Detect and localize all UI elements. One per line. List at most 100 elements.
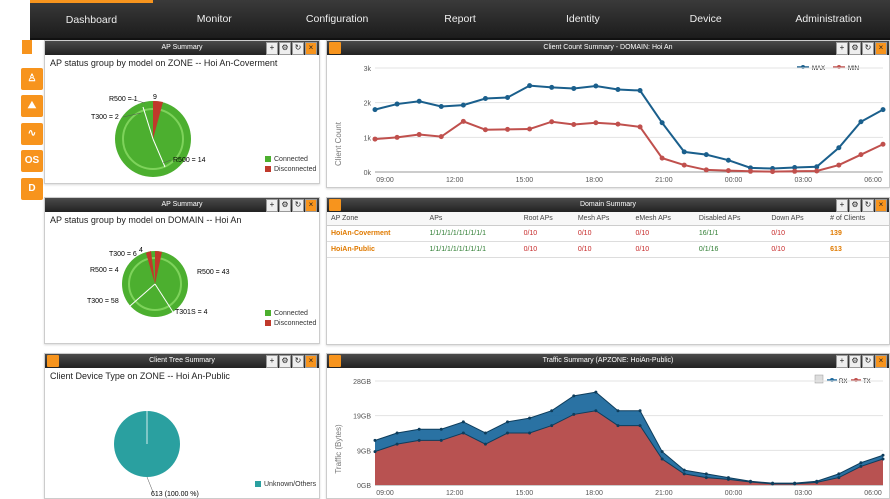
nav-configuration[interactable]: Configuration: [276, 0, 399, 38]
refresh-icon[interactable]: ↻: [292, 355, 304, 368]
export-icon[interactable]: [814, 374, 824, 384]
column-header[interactable]: Root APs: [519, 212, 574, 226]
pie-label: T301S = 4: [175, 309, 208, 316]
gear-icon[interactable]: ⚙: [849, 355, 861, 368]
nav-report[interactable]: Report: [399, 0, 522, 38]
x-tick-label: 06:00: [864, 177, 882, 184]
column-header[interactable]: Down APs: [767, 212, 827, 226]
ap-summary-domain-panel: AP Summary + ⚙ ↻ × AP status group by model…: [44, 197, 320, 344]
top-nav: Dashboard Monitor Configuration Report I…: [30, 0, 890, 40]
refresh-icon[interactable]: ↻: [292, 199, 304, 212]
add-icon[interactable]: +: [266, 42, 278, 55]
pie-label: 9: [153, 94, 157, 101]
data-point-min: [394, 134, 400, 140]
client-tree-panel: Client Tree Summary + ⚙ ↻ × Client Device T…: [44, 353, 320, 499]
column-header[interactable]: # of Clients: [826, 212, 889, 226]
gear-icon[interactable]: ⚙: [279, 199, 291, 212]
gear-icon[interactable]: ⚙: [279, 355, 291, 368]
legend-item[interactable]: Connected: [265, 156, 316, 163]
data-point-rx: [616, 409, 620, 413]
data-point-max: [505, 94, 511, 100]
panel-header: Domain Summary + ⚙ ↻ ×: [327, 198, 889, 212]
add-icon[interactable]: +: [266, 199, 278, 212]
column-header[interactable]: Mesh APs: [573, 212, 632, 226]
refresh-icon[interactable]: ↻: [862, 199, 874, 212]
table-row[interactable]: HoiAn-Coverment 1/1/1/1/1/1/1/1/1/1 0/10…: [327, 225, 889, 242]
data-point-tx: [682, 472, 686, 476]
table-cell: 0/10: [631, 241, 695, 258]
x-tick-label: 09:00: [376, 490, 394, 497]
nav-administration[interactable]: Administration: [767, 0, 890, 38]
column-header[interactable]: eMesh APs: [631, 212, 695, 226]
pie-label: 613 (100.00 %): [151, 491, 199, 498]
add-icon[interactable]: +: [266, 355, 278, 368]
table-row[interactable]: HoiAn-Public 1/1/1/1/1/1/1/1/1/1 0/10 0/…: [327, 241, 889, 258]
refresh-icon[interactable]: ↻: [862, 42, 874, 55]
close-icon[interactable]: ×: [305, 355, 317, 368]
data-point-tx: [793, 482, 797, 486]
legend-max[interactable]: MAX: [812, 66, 825, 72]
add-icon[interactable]: +: [836, 199, 848, 212]
data-point-tx: [594, 409, 598, 413]
device-button[interactable]: D: [21, 178, 43, 200]
network-icon[interactable]: ⛰: [21, 95, 43, 117]
add-icon[interactable]: +: [836, 355, 848, 368]
gear-icon[interactable]: ⚙: [849, 42, 861, 55]
y-tick-label: 1k: [364, 135, 372, 142]
data-point-tx: [461, 431, 465, 435]
close-icon[interactable]: ×: [875, 355, 887, 368]
data-point-tx: [572, 412, 576, 416]
close-icon[interactable]: ×: [305, 42, 317, 55]
column-header[interactable]: APs: [425, 212, 520, 226]
nav-dashboard[interactable]: Dashboard: [30, 0, 153, 38]
legend-item[interactable]: Disconnected: [265, 166, 316, 173]
data-point-min: [416, 132, 422, 138]
refresh-icon[interactable]: ↻: [862, 355, 874, 368]
zone-link[interactable]: HoiAn-Public: [327, 241, 426, 258]
gear-icon[interactable]: ⚙: [849, 199, 861, 212]
panel-controls: + ⚙ ↻ ×: [836, 42, 887, 55]
data-point-min: [482, 127, 488, 133]
panel-controls: + ⚙ ↻ ×: [266, 199, 317, 212]
data-point-max: [438, 103, 444, 109]
zone-link[interactable]: HoiAn-Coverment: [327, 225, 426, 242]
data-point-min: [770, 169, 776, 175]
data-point-rx: [572, 394, 576, 398]
data-point-tx: [748, 480, 752, 484]
panel-title: Domain Summary: [579, 201, 636, 208]
gear-icon[interactable]: ⚙: [279, 42, 291, 55]
table-cell: 16/1/1: [694, 225, 768, 242]
column-header[interactable]: AP Zone: [327, 212, 426, 226]
data-point-tx: [638, 424, 642, 428]
panel-title: Traffic Summary (APZONE: HoiAn-Public): [542, 357, 674, 364]
data-point-rx: [682, 468, 686, 472]
close-icon[interactable]: ×: [875, 42, 887, 55]
legend-item[interactable]: Disconnected: [265, 320, 316, 327]
legend-tx[interactable]: TX: [863, 379, 871, 385]
legend-item[interactable]: Unknown/Others: [255, 481, 316, 488]
legend-rx[interactable]: RX: [839, 379, 847, 385]
table-cell[interactable]: 613: [826, 241, 889, 258]
panel-header: Client Count Summary - DOMAIN: Hoi An + ⚙…: [327, 41, 889, 55]
data-point-tx: [483, 442, 487, 446]
user-icon[interactable]: ♙: [21, 68, 43, 90]
os-button[interactable]: OS: [21, 150, 43, 172]
data-point-rx: [461, 420, 465, 424]
pulse-icon[interactable]: ∿: [21, 123, 43, 145]
nav-identity[interactable]: Identity: [521, 0, 644, 38]
legend-min[interactable]: MIN: [848, 66, 859, 72]
panel-header: AP Summary + ⚙ ↻ ×: [45, 198, 319, 212]
refresh-icon[interactable]: ↻: [292, 42, 304, 55]
line-min: [374, 120, 884, 173]
table-cell[interactable]: 139: [826, 225, 889, 242]
add-icon[interactable]: +: [836, 42, 848, 55]
nav-device[interactable]: Device: [644, 0, 767, 38]
legend-item[interactable]: Connected: [265, 310, 316, 317]
column-header[interactable]: Disabled APs: [694, 212, 768, 226]
close-icon[interactable]: ×: [305, 199, 317, 212]
sidebar-toggle-icon[interactable]: [22, 40, 32, 54]
data-point-min: [571, 122, 577, 128]
pie-label: R500 = 4: [90, 267, 119, 274]
nav-monitor[interactable]: Monitor: [153, 0, 276, 38]
close-icon[interactable]: ×: [875, 199, 887, 212]
